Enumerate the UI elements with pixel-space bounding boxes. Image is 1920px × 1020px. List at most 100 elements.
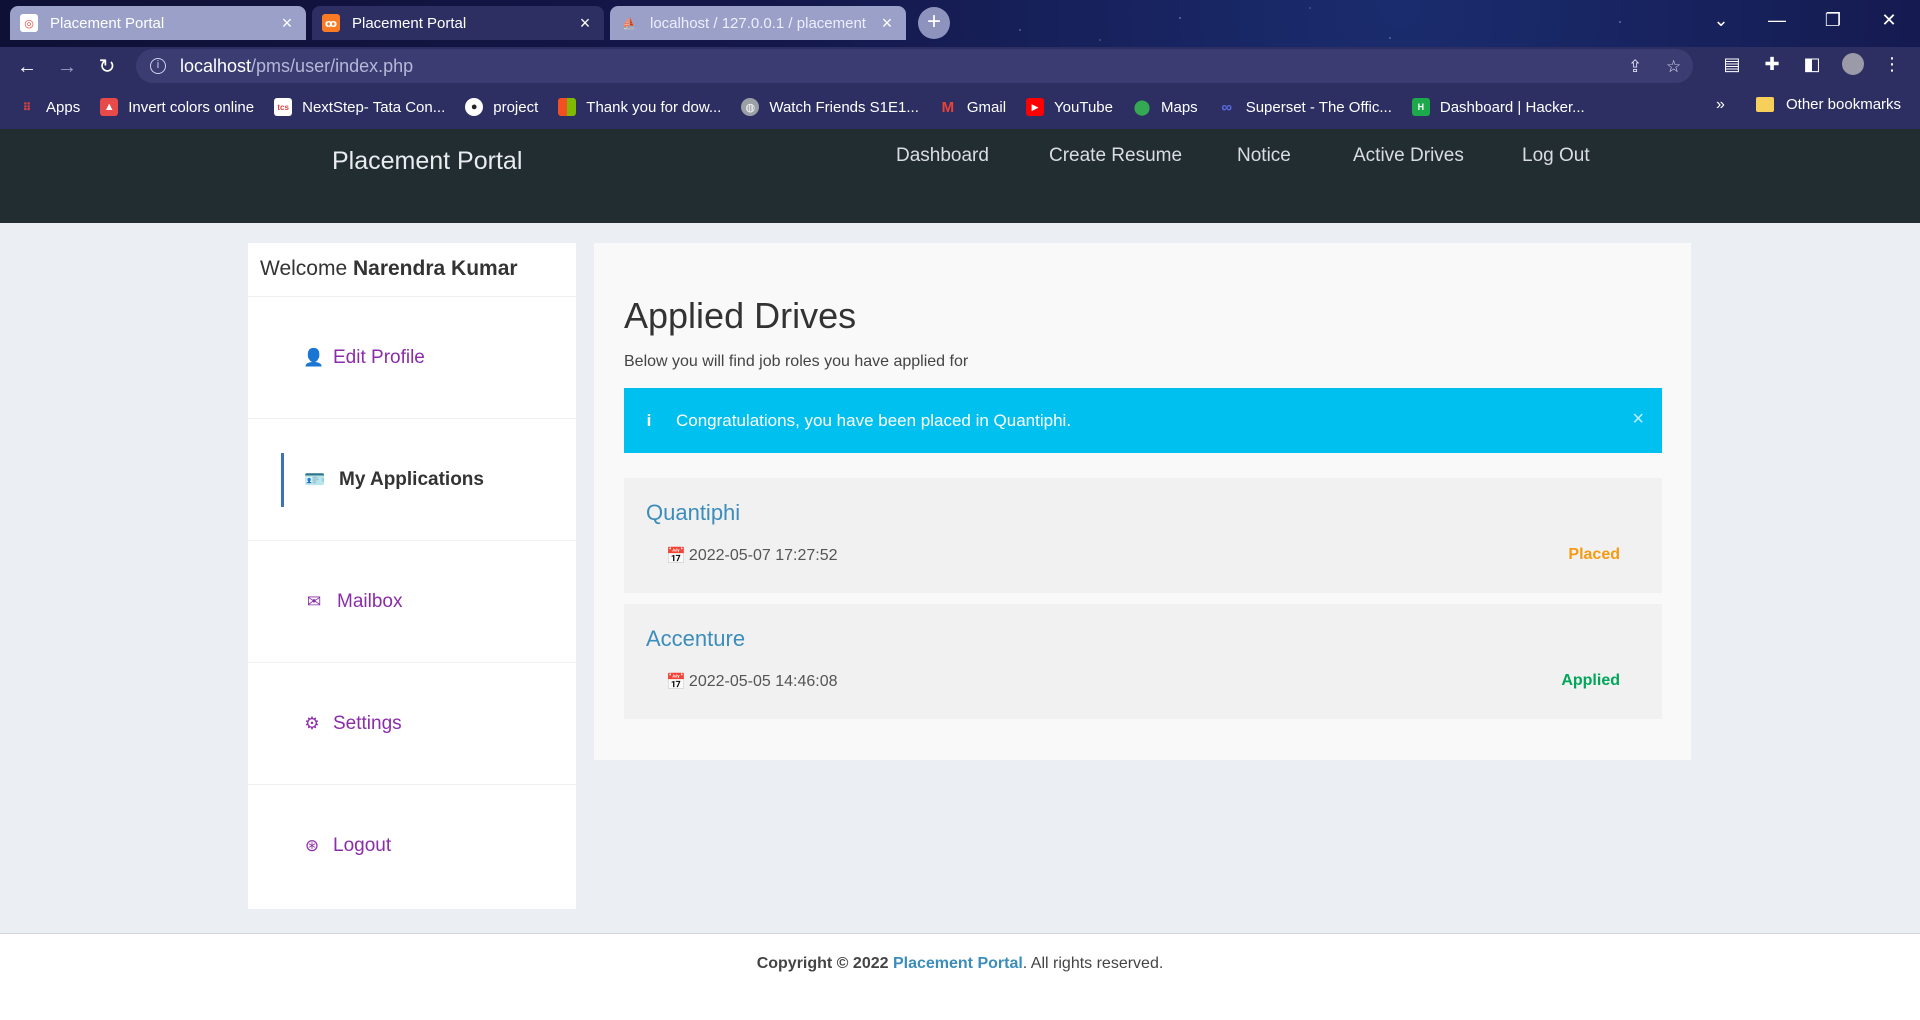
sidebar: Welcome Narendra Kumar 👤 Edit Profile 🪪 …	[248, 243, 576, 909]
bookmark-label: Watch Friends S1E1...	[769, 98, 919, 116]
share-icon[interactable]: ⇪	[1628, 57, 1642, 77]
new-tab-button[interactable]: +	[918, 7, 950, 39]
profile-avatar[interactable]	[1842, 53, 1864, 75]
sidebar-item-settings[interactable]: ⚙ Settings	[248, 663, 576, 785]
bookmark-label: Maps	[1161, 98, 1198, 116]
apps-grid-icon: ⠿	[22, 101, 32, 114]
tab-search-icon[interactable]: ⌄	[1693, 0, 1749, 40]
gear-icon: ⚙	[304, 713, 320, 733]
sidebar-item-logout[interactable]: ⊛ Logout	[248, 785, 576, 907]
back-icon[interactable]: ←	[14, 54, 40, 80]
bookmarks-bar: ⠿ Apps ▲ Invert colors online tcs NextSt…	[0, 85, 1920, 129]
tab-title: Placement Portal	[50, 14, 165, 32]
drive-card: Quantiphi 📅 2022-05-07 17:27:52 Placed	[624, 478, 1662, 593]
drive-company-link[interactable]: Quantiphi	[646, 500, 740, 526]
close-icon[interactable]: ×	[1632, 408, 1644, 431]
nav-active-drives[interactable]: Active Drives	[1353, 145, 1464, 167]
folder-icon	[1756, 97, 1774, 112]
bookmark-label: Invert colors online	[128, 98, 255, 116]
reload-icon[interactable]: ↻	[94, 54, 120, 80]
nav-create-resume[interactable]: Create Resume	[1049, 145, 1182, 167]
browser-tab[interactable]: ⛵ localhost / 127.0.0.1 / placement ×	[610, 6, 906, 40]
bookmark-apps[interactable]: ⠿ Apps	[18, 98, 81, 116]
bookmarks-overflow-icon[interactable]: »	[1716, 96, 1725, 114]
bookmark-friends[interactable]: ◍ Watch Friends S1E1...	[741, 98, 919, 116]
logout-circle-icon: ⊛	[304, 836, 320, 855]
drive-date: 📅 2022-05-07 17:27:52	[666, 546, 838, 566]
restore-icon[interactable]: ❐	[1805, 0, 1861, 40]
user-name: Narendra Kumar	[352, 257, 518, 280]
site-info-icon[interactable]: i	[150, 58, 166, 74]
user-icon: 👤	[303, 347, 325, 367]
sidebar-item-my-applications[interactable]: 🪪 My Applications	[248, 419, 576, 541]
bookmark-project[interactable]: ● project	[465, 98, 538, 116]
sidebar-item-mailbox[interactable]: ✉ Mailbox	[248, 541, 576, 663]
bookmark-label: NextStep- Tata Con...	[302, 98, 446, 116]
bookmark-youtube[interactable]: ▶ YouTube	[1026, 98, 1113, 116]
bookmark-gmail[interactable]: M Gmail	[939, 98, 1006, 116]
bookmark-hackerrank[interactable]: H Dashboard | Hacker...	[1411, 98, 1585, 116]
bookmark-label: Thank you for dow...	[586, 98, 722, 116]
window-close-icon[interactable]: ✕	[1861, 0, 1917, 40]
browser-tab-active[interactable]: ꝏ Placement Portal ×	[312, 6, 604, 40]
tab-title: Placement Portal	[352, 14, 467, 32]
browser-tab[interactable]: ◎ Placement Portal ×	[10, 6, 306, 40]
side-panel-icon[interactable]: ◧	[1801, 53, 1823, 75]
sidebar-item-label: Logout	[333, 835, 392, 856]
other-bookmarks-folder[interactable]: Other bookmarks	[1756, 96, 1901, 113]
calendar-icon: 📅	[666, 548, 686, 565]
close-icon[interactable]: ×	[576, 13, 594, 34]
youtube-icon: ▶	[1026, 98, 1045, 116]
hackerrank-icon: H	[1411, 98, 1430, 116]
drive-date-text: 2022-05-05 14:46:08	[688, 673, 838, 690]
drive-company-link[interactable]: Accenture	[646, 626, 745, 652]
bookmark-maps[interactable]: ⬤ Maps	[1133, 98, 1198, 117]
drive-date: 📅 2022-05-05 14:46:08	[666, 672, 838, 692]
bookmark-nextstep[interactable]: tcs NextStep- Tata Con...	[274, 98, 445, 116]
nav-dashboard[interactable]: Dashboard	[896, 145, 989, 167]
globe-icon: ◍	[741, 98, 760, 116]
extension-notes-icon[interactable]: ▤	[1721, 53, 1743, 75]
bookmark-star-icon[interactable]: ☆	[1666, 57, 1681, 77]
welcome-prefix: Welcome	[260, 257, 348, 280]
main-content: Applied Drives Below you will find job r…	[594, 243, 1691, 760]
sidebar-item-edit-profile[interactable]: 👤 Edit Profile	[248, 297, 576, 419]
maps-pin-icon: ⬤	[1133, 99, 1151, 116]
bookmark-invert-colors[interactable]: ▲ Invert colors online	[100, 98, 254, 116]
footer-site-link[interactable]: Placement Portal	[893, 955, 1023, 972]
bookmark-label: Apps	[46, 98, 81, 116]
drive-card: Accenture 📅 2022-05-05 14:46:08 Applied	[624, 604, 1662, 719]
bookmark-label: Dashboard | Hacker...	[1439, 98, 1585, 116]
drive-date-text: 2022-05-07 17:27:52	[688, 547, 838, 564]
nav-notice[interactable]: Notice	[1237, 145, 1291, 167]
bookmark-thank-you[interactable]: Thank you for dow...	[558, 98, 721, 116]
sidebar-item-label: Settings	[333, 712, 402, 734]
status-badge: Placed	[1568, 546, 1620, 563]
alert-message: Congratulations, you have been placed in…	[676, 410, 1072, 430]
minimize-icon[interactable]: —	[1749, 0, 1805, 40]
welcome-banner: Welcome Narendra Kumar	[248, 243, 576, 297]
calendar-icon: 📅	[666, 674, 686, 691]
page-title: Applied Drives	[624, 295, 857, 336]
brand-logo[interactable]: Placement Portal	[332, 147, 522, 176]
close-icon[interactable]: ×	[278, 13, 296, 34]
bookmark-superset[interactable]: ∞ Superset - The Offic...	[1218, 98, 1392, 116]
forward-icon[interactable]: →	[54, 54, 80, 80]
bookmark-label: Superset - The Offic...	[1245, 98, 1392, 116]
address-bar[interactable]: i localhost /pms/user/index.php ⇪ ☆	[136, 49, 1693, 83]
extensions-puzzle-icon[interactable]: ✚	[1761, 53, 1783, 75]
site-header: Placement Portal Dashboard Create Resume…	[0, 129, 1920, 223]
close-icon[interactable]: ×	[878, 13, 896, 34]
gmail-icon: M	[941, 98, 955, 116]
microsoft-icon	[558, 98, 577, 116]
sidebar-item-label: My Applications	[339, 468, 484, 490]
footer-rights: . All rights reserved.	[1022, 955, 1164, 972]
footer-copyright: Copyright © 2022	[756, 955, 889, 972]
info-icon: i	[646, 410, 652, 430]
footer: Copyright © 2022 Placement Portal. All r…	[0, 933, 1920, 1020]
github-icon: ●	[465, 98, 484, 116]
status-badge: Applied	[1561, 672, 1620, 689]
chrome-menu-icon[interactable]: ⋮	[1881, 53, 1903, 75]
placement-alert: i Congratulations, you have been placed …	[624, 388, 1662, 453]
nav-log-out[interactable]: Log Out	[1522, 145, 1590, 167]
